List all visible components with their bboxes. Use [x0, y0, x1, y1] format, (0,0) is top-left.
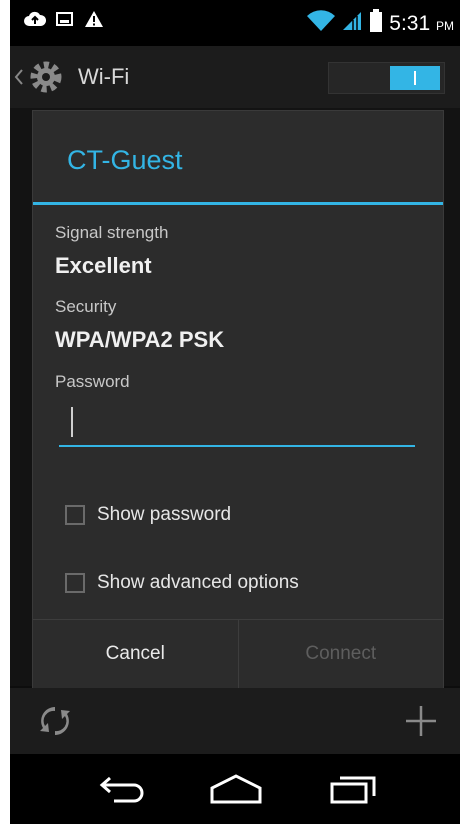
- gear-icon[interactable]: [26, 59, 66, 100]
- back-icon[interactable]: [98, 772, 150, 811]
- password-input[interactable]: [59, 401, 419, 447]
- action-bar: Wi-Fi: [10, 46, 460, 108]
- recents-icon[interactable]: [328, 772, 378, 811]
- show-advanced-label: Show advanced options: [97, 572, 299, 593]
- wifi-toggle-knob: [390, 66, 440, 90]
- action-bar-title: Wi-Fi: [78, 64, 130, 89]
- navigation-bar: [10, 754, 460, 824]
- signal-strength-value: Excellent: [55, 253, 152, 278]
- signal-strength-label: Signal strength: [55, 223, 169, 242]
- up-chevron-icon[interactable]: [14, 68, 24, 91]
- show-advanced-checkbox[interactable]: [65, 573, 85, 593]
- home-icon[interactable]: [208, 772, 264, 811]
- dialog-title-divider: [33, 202, 443, 205]
- show-password-row[interactable]: Show password: [65, 504, 231, 526]
- wps-icon[interactable]: [38, 704, 72, 743]
- text-cursor: [71, 407, 73, 437]
- warning-icon: [84, 10, 104, 33]
- security-label: Security: [55, 297, 117, 316]
- cloud-upload-icon: [24, 10, 47, 33]
- phone-screen: 5:31 PM Wi-Fi CT-Guest Signal strength E…: [10, 0, 460, 824]
- clock-time: 5:31: [389, 11, 431, 35]
- signal-icon: [341, 10, 363, 37]
- wifi-toggle[interactable]: [328, 62, 445, 94]
- clock: 5:31 PM: [389, 12, 454, 36]
- battery-icon: [369, 9, 383, 38]
- clock-ampm: PM: [436, 18, 454, 33]
- password-label: Password: [55, 372, 130, 391]
- add-icon[interactable]: [404, 704, 438, 743]
- show-advanced-row[interactable]: Show advanced options: [65, 572, 299, 594]
- show-password-label: Show password: [97, 504, 232, 525]
- connect-button[interactable]: Connect: [238, 620, 443, 688]
- dialog-title: CT-Guest: [67, 145, 183, 175]
- image-icon: [56, 11, 74, 32]
- password-field[interactable]: [59, 401, 419, 447]
- status-bar: 5:31 PM: [10, 0, 460, 46]
- show-password-checkbox[interactable]: [65, 505, 85, 525]
- wifi-icon: [307, 10, 336, 37]
- dialog-button-bar: Cancel Connect: [33, 619, 443, 688]
- wifi-connect-dialog: CT-Guest Signal strength Excellent Secur…: [32, 110, 444, 688]
- bottom-action-bar: [10, 688, 460, 754]
- security-value: WPA/WPA2 PSK: [55, 327, 225, 352]
- cancel-button[interactable]: Cancel: [33, 620, 239, 688]
